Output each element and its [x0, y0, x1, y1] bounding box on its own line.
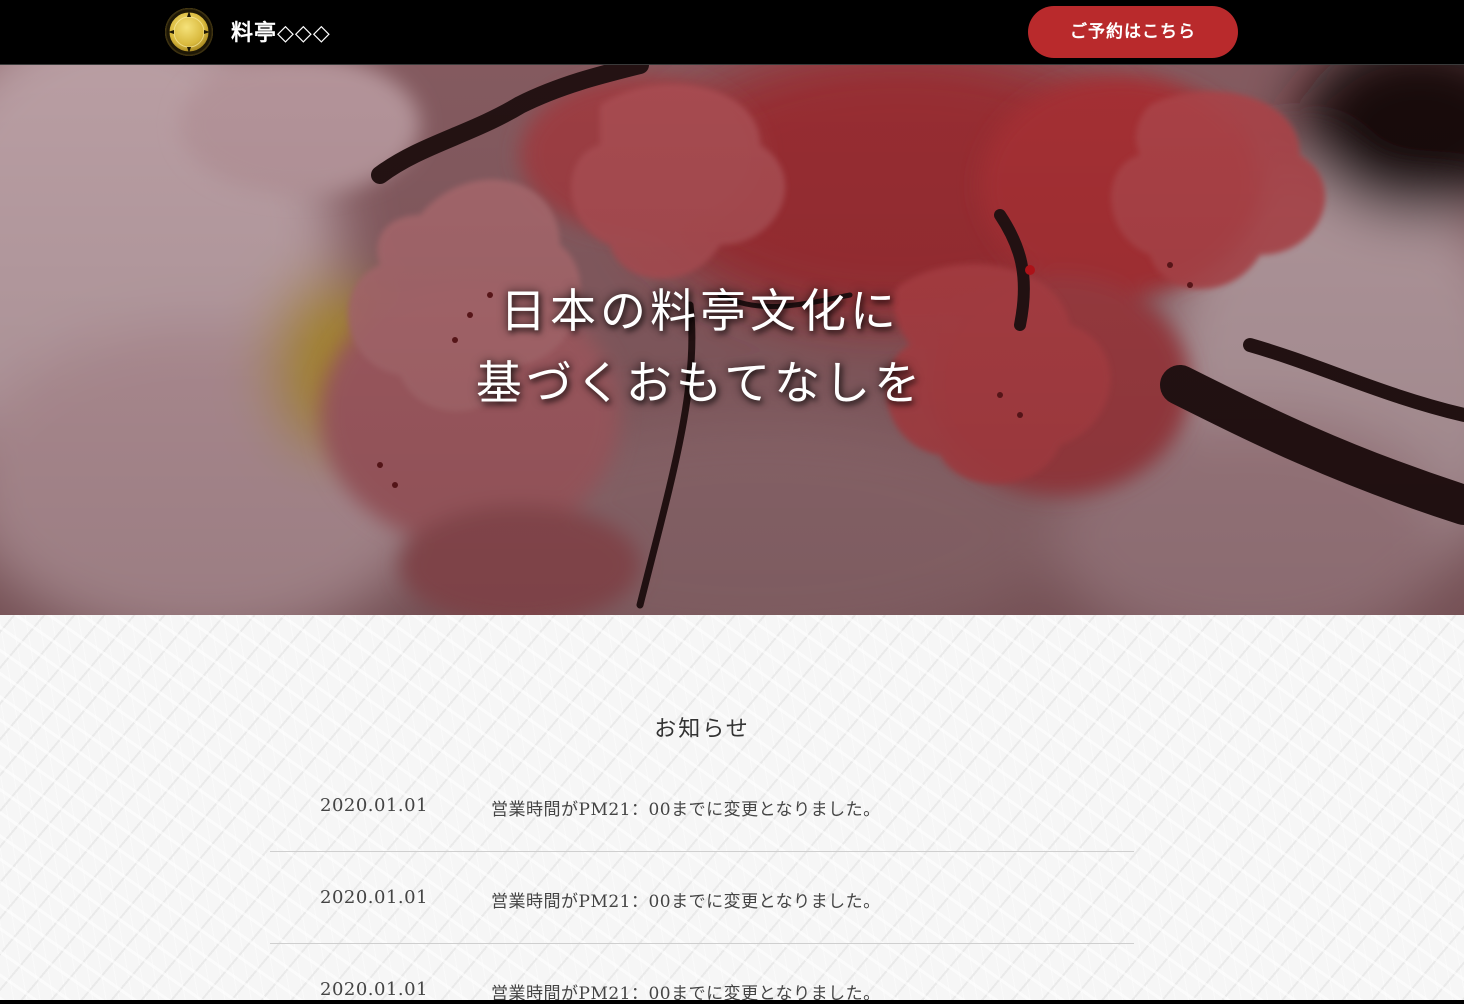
hero-tagline: 日本の料亭文化に 基づくおもてなしを	[0, 275, 1400, 419]
news-list: 2020.01.01 営業時間がPM21：00までに変更となりました。 2020…	[270, 760, 1134, 1000]
news-date: 2020.01.01	[320, 887, 429, 908]
news-heading: お知らせ	[654, 717, 750, 742]
family-crest-icon[interactable]	[165, 8, 213, 56]
reservation-button[interactable]: ご予約はこちら	[1028, 6, 1238, 58]
hero-section: 日本の料亭文化に 基づくおもてなしを	[0, 65, 1464, 615]
news-section: お知らせ 2020.01.01 営業時間がPM21：00までに変更となりました。…	[0, 615, 1464, 1000]
site-header: 料亭◇◇◇ ご予約はこちら	[0, 0, 1464, 65]
news-item[interactable]: 2020.01.01 営業時間がPM21：00までに変更となりました。	[270, 944, 1134, 1000]
news-item[interactable]: 2020.01.01 営業時間がPM21：00までに変更となりました。	[270, 760, 1134, 852]
news-date: 2020.01.01	[320, 979, 429, 1000]
hero-tagline-line-1: 日本の料亭文化に	[500, 284, 900, 338]
news-text: 営業時間がPM21：00までに変更となりました。	[491, 800, 881, 820]
hero-tagline-line-2: 基づくおもてなしを	[475, 356, 925, 410]
news-item[interactable]: 2020.01.01 営業時間がPM21：00までに変更となりました。	[270, 852, 1134, 944]
news-text: 営業時間がPM21：00までに変更となりました。	[491, 892, 881, 912]
page: 料亭◇◇◇ ご予約はこちら 日本の料亭文化に 基づくおもてなしを お知らせ 20…	[0, 0, 1464, 1000]
news-text: 営業時間がPM21：00までに変更となりました。	[491, 984, 881, 1000]
site-logo-text[interactable]: 料亭◇◇◇	[231, 18, 331, 48]
news-date: 2020.01.01	[320, 795, 429, 816]
